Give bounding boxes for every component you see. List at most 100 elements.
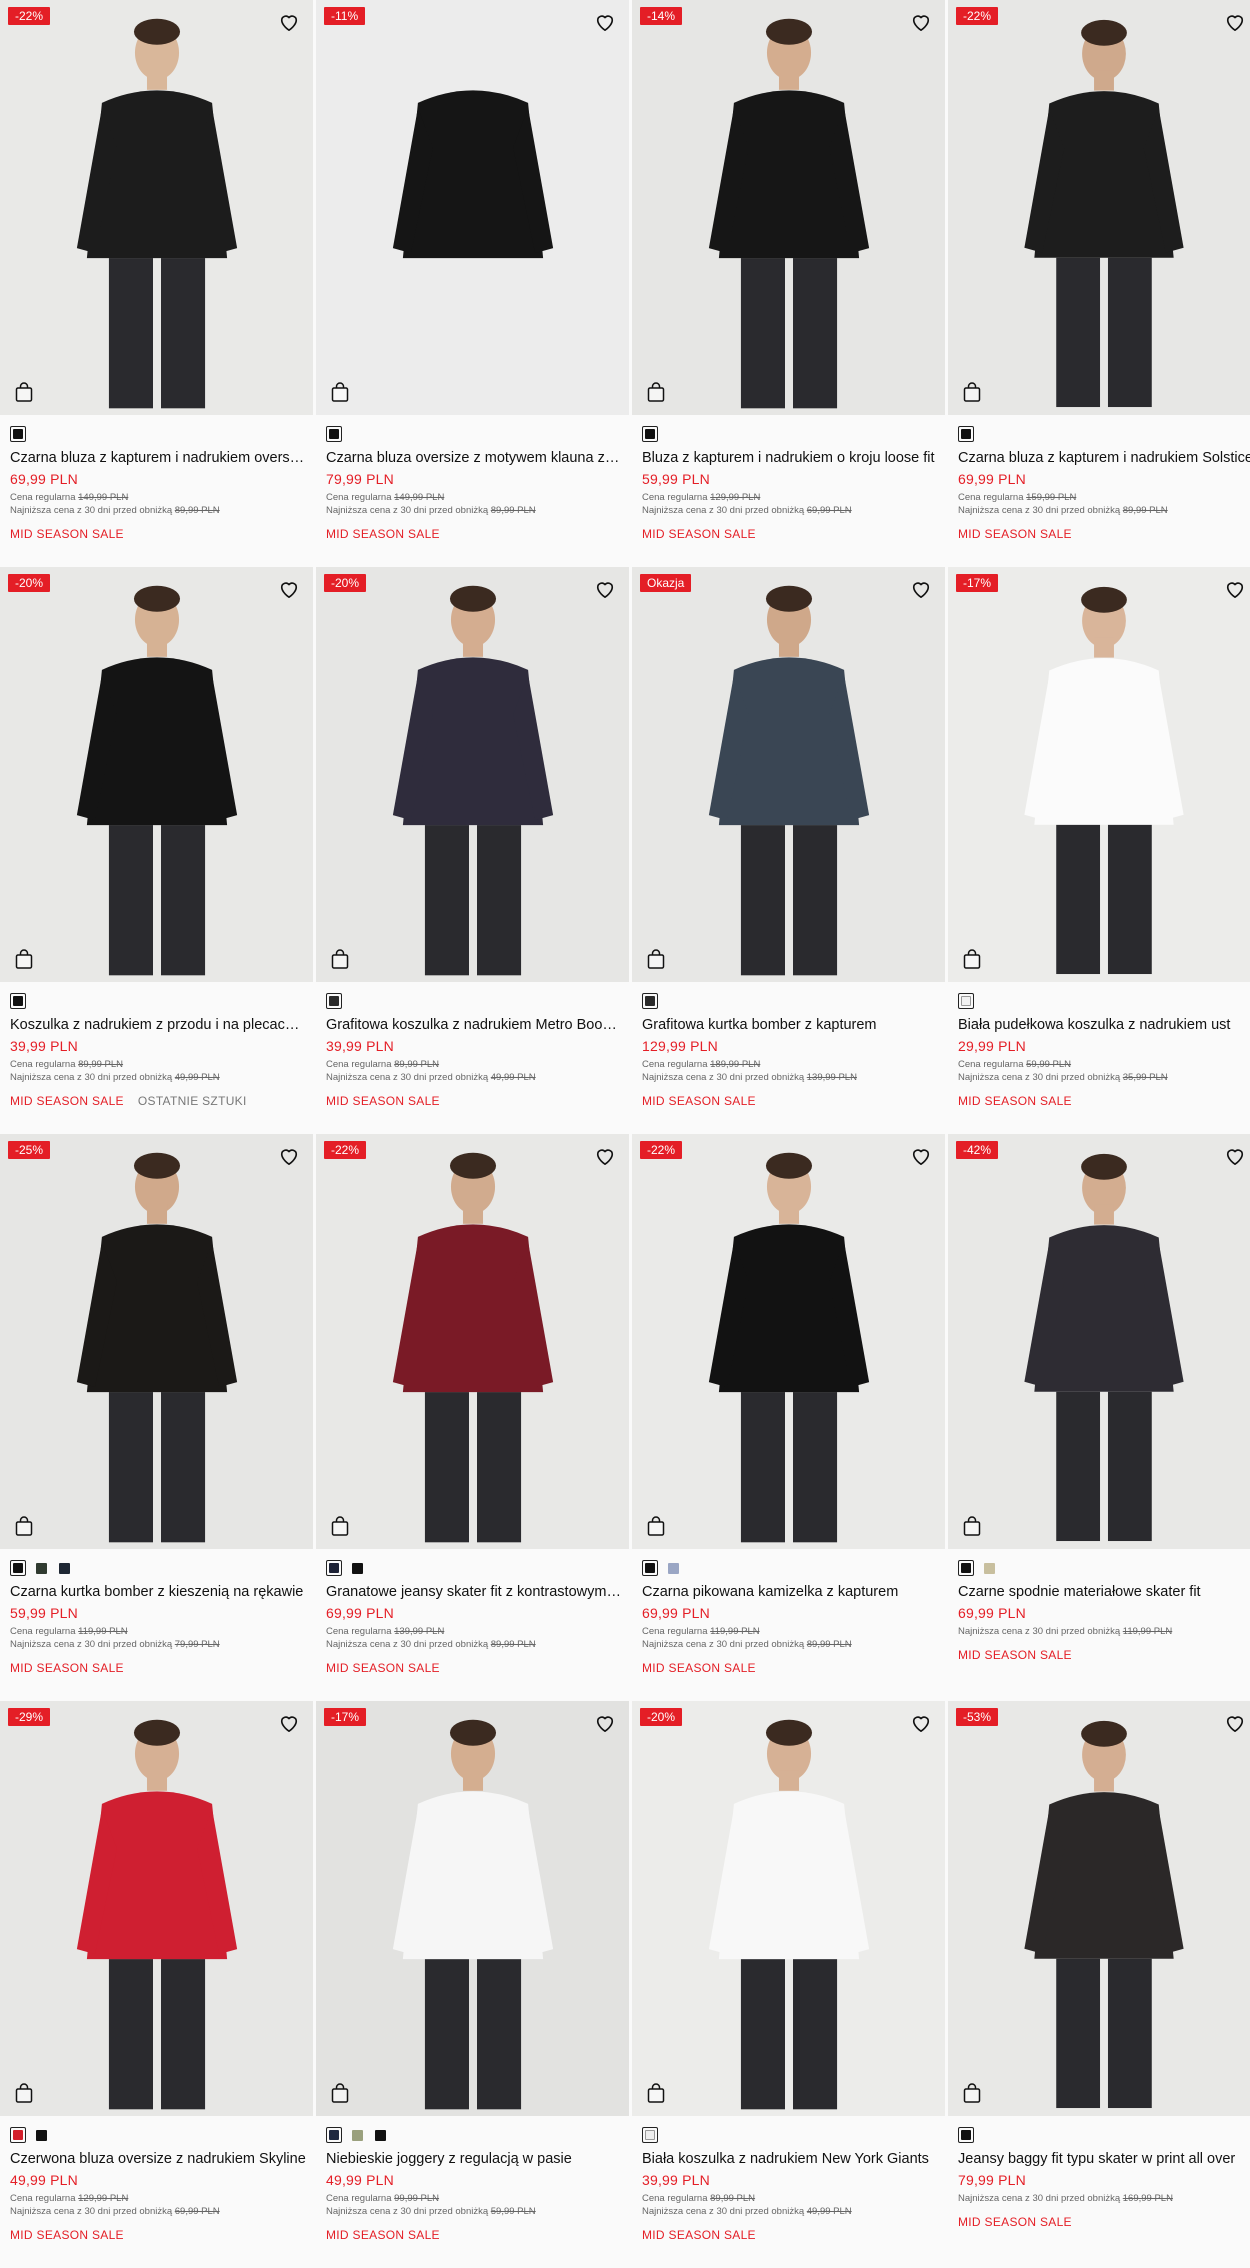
product-card[interactable]: -11% Czarna bluza oversize z motywem klau… bbox=[316, 0, 629, 567]
color-swatch[interactable] bbox=[665, 1560, 681, 1576]
color-swatch[interactable] bbox=[958, 1560, 974, 1576]
add-to-bag-icon[interactable] bbox=[330, 1515, 350, 1537]
product-card[interactable]: -42% Czarne spodnie materiałowe skater fi… bbox=[948, 1134, 1250, 1701]
wishlist-heart-icon[interactable] bbox=[1224, 1146, 1246, 1166]
add-to-bag-icon[interactable] bbox=[14, 381, 34, 403]
product-name[interactable]: Biała pudełkowa koszulka z nadrukiem ust bbox=[958, 1016, 1250, 1034]
product-name[interactable]: Granatowe jeansy skater fit z kontrastow… bbox=[326, 1583, 623, 1601]
color-swatch[interactable] bbox=[10, 993, 26, 1009]
product-image[interactable]: -29% bbox=[0, 1701, 313, 2116]
color-swatch[interactable] bbox=[10, 426, 26, 442]
add-to-bag-icon[interactable] bbox=[646, 381, 666, 403]
add-to-bag-icon[interactable] bbox=[646, 948, 666, 970]
color-swatch[interactable] bbox=[958, 993, 974, 1009]
product-card[interactable]: -22% Czarna bluza z kapturem i nadrukiem … bbox=[948, 0, 1250, 567]
add-to-bag-icon[interactable] bbox=[962, 2082, 982, 2104]
color-swatch[interactable] bbox=[326, 993, 342, 1009]
add-to-bag-icon[interactable] bbox=[962, 948, 982, 970]
wishlist-heart-icon[interactable] bbox=[1224, 1713, 1246, 1733]
wishlist-heart-icon[interactable] bbox=[594, 1146, 616, 1166]
color-swatch[interactable] bbox=[10, 2127, 26, 2143]
product-name[interactable]: Czerwona bluza oversize z nadrukiem Skyl… bbox=[10, 2150, 307, 2168]
product-image[interactable]: -17% bbox=[316, 1701, 629, 2116]
product-image[interactable]: -22% bbox=[0, 0, 313, 415]
product-image[interactable]: -22% bbox=[948, 0, 1250, 415]
color-swatch[interactable] bbox=[33, 2127, 49, 2143]
color-swatch[interactable] bbox=[958, 2127, 974, 2143]
product-name[interactable]: Czarne spodnie materiałowe skater fit bbox=[958, 1583, 1250, 1601]
product-name[interactable]: Niebieskie joggery z regulacją w pasie bbox=[326, 2150, 623, 2168]
color-swatch[interactable] bbox=[642, 1560, 658, 1576]
product-name[interactable]: Czarna bluza z kapturem i nadrukiem over… bbox=[10, 449, 307, 467]
wishlist-heart-icon[interactable] bbox=[594, 12, 616, 32]
product-image[interactable]: -22% bbox=[632, 1134, 945, 1549]
product-card[interactable]: -14% Bluza z kapturem i nadrukiem o kroju… bbox=[632, 0, 945, 567]
color-swatch[interactable] bbox=[56, 1560, 72, 1576]
color-swatch[interactable] bbox=[349, 1560, 365, 1576]
product-image[interactable]: -53% bbox=[948, 1701, 1250, 2116]
product-image[interactable]: -22% bbox=[316, 1134, 629, 1549]
wishlist-heart-icon[interactable] bbox=[594, 579, 616, 599]
add-to-bag-icon[interactable] bbox=[646, 1515, 666, 1537]
product-name[interactable]: Biała koszulka z nadrukiem New York Gian… bbox=[642, 2150, 939, 2168]
color-swatch[interactable] bbox=[326, 426, 342, 442]
color-swatch[interactable] bbox=[326, 2127, 342, 2143]
wishlist-heart-icon[interactable] bbox=[1224, 579, 1246, 599]
product-card[interactable]: -25% Czarna kurtka bomber z kieszenią na … bbox=[0, 1134, 313, 1701]
product-card[interactable]: -29% Czerwona bluza oversize z nadrukiem … bbox=[0, 1701, 313, 2268]
product-image[interactable]: -20% bbox=[316, 567, 629, 982]
color-swatch[interactable] bbox=[372, 2127, 388, 2143]
wishlist-heart-icon[interactable] bbox=[278, 579, 300, 599]
wishlist-heart-icon[interactable] bbox=[594, 1713, 616, 1733]
product-image[interactable]: -25% bbox=[0, 1134, 313, 1549]
product-card[interactable]: -17% Niebieskie joggery z regulacją w pas… bbox=[316, 1701, 629, 2268]
product-card[interactable]: -22% Czarna pikowana kamizelka z kapturem… bbox=[632, 1134, 945, 1701]
color-swatch[interactable] bbox=[958, 426, 974, 442]
product-image[interactable]: -20% bbox=[632, 1701, 945, 2116]
add-to-bag-icon[interactable] bbox=[14, 2082, 34, 2104]
product-card[interactable]: -17% Biała pudełkowa koszulka z nadrukiem… bbox=[948, 567, 1250, 1134]
add-to-bag-icon[interactable] bbox=[962, 1515, 982, 1537]
product-name[interactable]: Grafitowa kurtka bomber z kapturem bbox=[642, 1016, 939, 1034]
wishlist-heart-icon[interactable] bbox=[278, 1713, 300, 1733]
add-to-bag-icon[interactable] bbox=[14, 1515, 34, 1537]
add-to-bag-icon[interactable] bbox=[962, 381, 982, 403]
product-card[interactable]: -20% Koszulka z nadrukiem z przodu i na p… bbox=[0, 567, 313, 1134]
wishlist-heart-icon[interactable] bbox=[278, 12, 300, 32]
product-card[interactable]: -20% Biała koszulka z nadrukiem New York … bbox=[632, 1701, 945, 2268]
add-to-bag-icon[interactable] bbox=[330, 948, 350, 970]
wishlist-heart-icon[interactable] bbox=[278, 1146, 300, 1166]
product-name[interactable]: Jeansy baggy fit typu skater w print all… bbox=[958, 2150, 1250, 2168]
wishlist-heart-icon[interactable] bbox=[910, 12, 932, 32]
color-swatch[interactable] bbox=[642, 993, 658, 1009]
add-to-bag-icon[interactable] bbox=[14, 948, 34, 970]
color-swatch[interactable] bbox=[33, 1560, 49, 1576]
product-card[interactable]: Okazja Grafitowa kurtka bomber z kapturem… bbox=[632, 567, 945, 1134]
product-image[interactable]: -42% bbox=[948, 1134, 1250, 1549]
color-swatch[interactable] bbox=[10, 1560, 26, 1576]
color-swatch[interactable] bbox=[326, 1560, 342, 1576]
add-to-bag-icon[interactable] bbox=[646, 2082, 666, 2104]
product-image[interactable]: -17% bbox=[948, 567, 1250, 982]
product-name[interactable]: Czarna kurtka bomber z kieszenią na ręka… bbox=[10, 1583, 307, 1601]
product-image[interactable]: -11% bbox=[316, 0, 629, 415]
add-to-bag-icon[interactable] bbox=[330, 381, 350, 403]
product-card[interactable]: -22% Granatowe jeansy skater fit z kontra… bbox=[316, 1134, 629, 1701]
product-name[interactable]: Czarna bluza z kapturem i nadrukiem Sols… bbox=[958, 449, 1250, 467]
color-swatch[interactable] bbox=[642, 2127, 658, 2143]
product-card[interactable]: -53% Jeansy baggy fit typu skater w print… bbox=[948, 1701, 1250, 2268]
product-name[interactable]: Czarna pikowana kamizelka z kapturem bbox=[642, 1583, 939, 1601]
product-name[interactable]: Czarna bluza oversize z motywem klauna z… bbox=[326, 449, 623, 467]
color-swatch[interactable] bbox=[981, 1560, 997, 1576]
add-to-bag-icon[interactable] bbox=[330, 2082, 350, 2104]
product-image[interactable]: -20% bbox=[0, 567, 313, 982]
product-name[interactable]: Bluza z kapturem i nadrukiem o kroju loo… bbox=[642, 449, 939, 467]
wishlist-heart-icon[interactable] bbox=[910, 1146, 932, 1166]
color-swatch[interactable] bbox=[349, 2127, 365, 2143]
product-image[interactable]: -14% bbox=[632, 0, 945, 415]
color-swatch[interactable] bbox=[642, 426, 658, 442]
product-name[interactable]: Grafitowa koszulka z nadrukiem Metro Boo… bbox=[326, 1016, 623, 1034]
product-card[interactable]: -20% Grafitowa koszulka z nadrukiem Metro… bbox=[316, 567, 629, 1134]
wishlist-heart-icon[interactable] bbox=[1224, 12, 1246, 32]
product-name[interactable]: Koszulka z nadrukiem z przodu i na pleca… bbox=[10, 1016, 307, 1034]
